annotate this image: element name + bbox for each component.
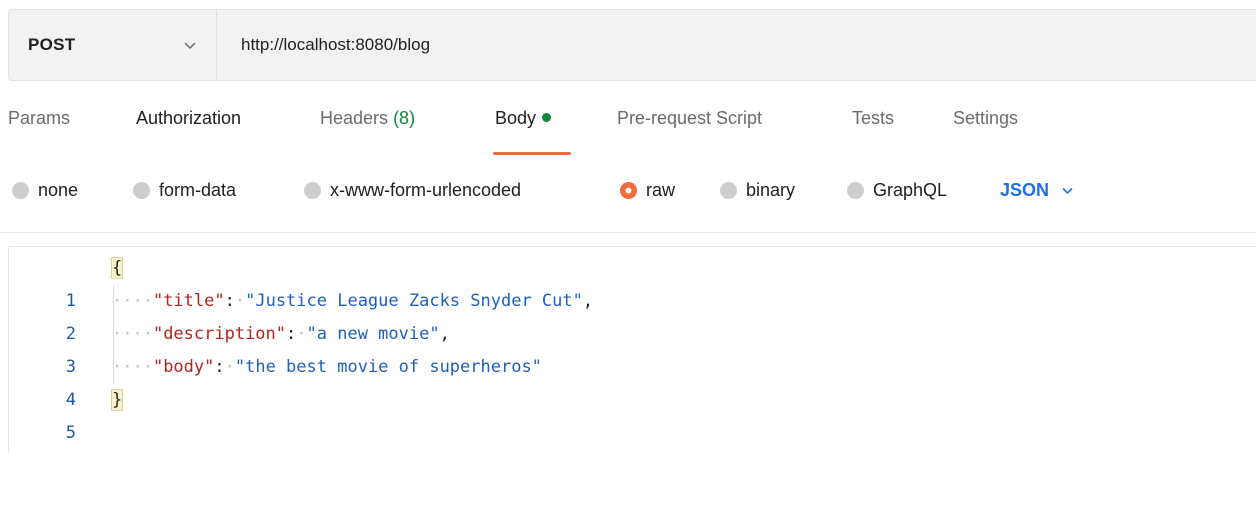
tab-body[interactable]: Body	[495, 108, 552, 129]
body-option-label: form-data	[159, 180, 237, 200]
method-label: POST	[28, 35, 76, 54]
headers-count-badge: (8)	[393, 108, 416, 128]
code-content: ····"body":·"the best movie of superhero…	[112, 357, 542, 377]
body-active-dot-icon	[542, 112, 552, 122]
language-dropdown[interactable]: JSON	[1000, 180, 1074, 201]
tab-tests[interactable]: Tests	[852, 108, 894, 129]
tab-settings[interactable]: Settings	[953, 108, 1018, 129]
code-line: 4 ····"body":·"the best movie of superhe…	[0, 351, 1256, 410]
tab-headers-label: Headers	[320, 108, 389, 128]
method-dropdown[interactable]: POST	[9, 10, 217, 80]
json-comma: ,	[439, 324, 450, 344]
body-option-graphql[interactable]: GraphQL	[847, 180, 947, 201]
json-key: "body"	[152, 357, 215, 377]
request-tabs: Params Authorization Headers (8) Body Pr…	[0, 108, 1256, 158]
radio-selected-icon	[620, 182, 637, 199]
radio-icon	[133, 182, 150, 199]
code-content: {	[110, 252, 124, 285]
tab-params[interactable]: Params	[8, 108, 70, 129]
json-key: "description"	[152, 324, 287, 344]
request-url-bar: POST	[8, 9, 1256, 81]
chevron-down-icon	[1062, 187, 1073, 195]
body-option-label: GraphQL	[873, 180, 948, 200]
url-input[interactable]	[239, 34, 1143, 56]
indent-whitespace: ····	[112, 357, 153, 377]
code-line: 3 ····"description":·"a new movie",	[0, 318, 1256, 377]
line-number: 5	[65, 423, 76, 443]
body-option-label: none	[38, 180, 79, 200]
body-type-selector: none form-data x-www-form-urlencoded raw…	[0, 180, 1256, 210]
tab-headers[interactable]: Headers (8)	[320, 108, 415, 129]
radio-icon	[304, 182, 321, 199]
json-key: "title"	[152, 291, 225, 311]
body-option-label: x-www-form-urlencoded	[330, 180, 522, 200]
close-brace: }	[110, 389, 124, 411]
code-content: }	[110, 384, 124, 417]
code-content: ····"title":·"Justice League Zacks Snyde…	[112, 291, 594, 311]
code-line: 2 ····"title":·"Justice League Zacks Sny…	[0, 285, 1256, 344]
body-option-raw[interactable]: raw	[620, 180, 675, 201]
radio-icon	[720, 182, 737, 199]
json-value: "Justice League Zacks Snyder Cut"	[245, 291, 583, 311]
body-option-x-www-form-urlencoded[interactable]: x-www-form-urlencoded	[304, 180, 521, 201]
code-content: ····"description":·"a new movie",	[112, 324, 450, 344]
body-option-label: binary	[746, 180, 796, 200]
indent-whitespace: ····	[112, 324, 153, 344]
json-value: "a new movie"	[306, 324, 440, 344]
tab-pre-request-script[interactable]: Pre-request Script	[617, 108, 762, 129]
active-tab-indicator	[493, 152, 571, 155]
language-label: JSON	[1000, 180, 1050, 200]
editor-border	[8, 246, 1256, 247]
tab-authorization[interactable]: Authorization	[136, 108, 241, 129]
tab-body-label: Body	[495, 108, 537, 128]
code-line: 1 {	[0, 252, 1256, 311]
indent-whitespace: ····	[112, 291, 153, 311]
body-option-form-data[interactable]: form-data	[133, 180, 236, 201]
code-line: 5 }	[0, 384, 1256, 443]
body-option-none[interactable]: none	[12, 180, 78, 201]
json-comma: ,	[582, 291, 594, 311]
open-brace: {	[110, 257, 124, 279]
json-value: "the best movie of superheros"	[234, 357, 542, 377]
chevron-down-icon	[184, 42, 196, 50]
radio-icon	[847, 182, 864, 199]
body-option-binary[interactable]: binary	[720, 180, 795, 201]
body-option-label: raw	[646, 180, 676, 200]
radio-icon	[12, 182, 29, 199]
section-divider	[0, 232, 1256, 233]
json-body-editor[interactable]: 1 { 2 ····"title":·"Justice League Zacks…	[0, 252, 1256, 443]
